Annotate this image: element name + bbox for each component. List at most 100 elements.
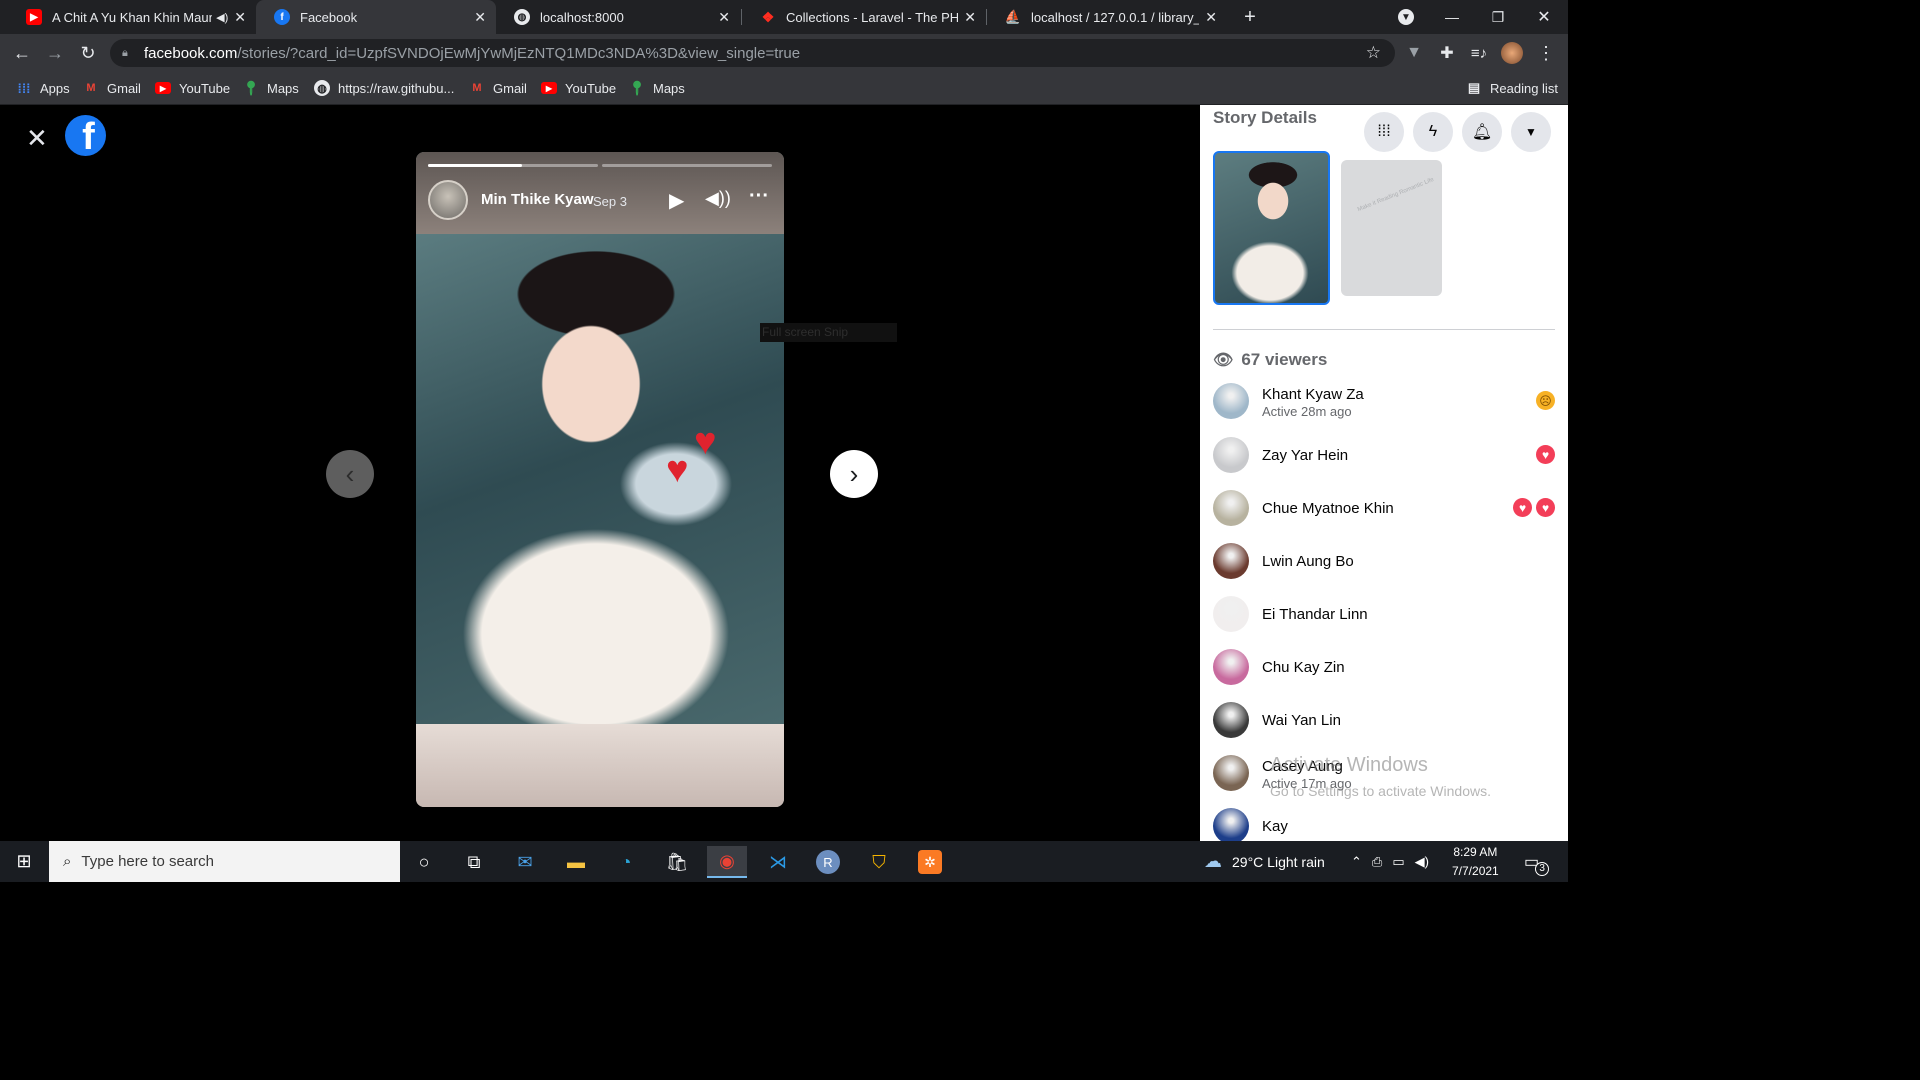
account-button[interactable]: ▼ [1511,112,1551,152]
brave-icon[interactable]: ⛉ [859,846,899,878]
taskbar-search[interactable]: ⌕ Type here to search [49,841,400,882]
viewer-name[interactable]: Zay Yar Hein [1262,447,1348,464]
close-window-button[interactable]: ✕ [1521,0,1567,34]
speaker-icon[interactable]: ◀) [216,11,228,24]
notification-center[interactable]: ▭ 3 [1524,841,1550,882]
profile-avatar[interactable] [1500,41,1524,65]
viewer-name[interactable]: Lwin Aung Bo [1262,553,1354,570]
edge-icon[interactable]: ◔ [606,846,646,878]
new-tab-button[interactable]: + [1230,0,1270,34]
viewer-name[interactable]: Chu Kay Zin [1262,659,1345,676]
story-thumbnail[interactable]: Make it Reading Romantic Life [1341,160,1442,296]
store-icon[interactable]: 🛍︎ [657,846,697,878]
maximize-button[interactable]: ❐ [1475,0,1521,34]
address-bar[interactable]: 🔒︎ facebook.com/stories/?card_id=UzpfSVN… [110,39,1395,67]
avatar[interactable] [1213,490,1249,526]
chevron-left-icon: ‹ [345,458,355,489]
lock-icon[interactable]: 🔒︎ [122,47,134,60]
viewer-name[interactable]: Ei Thandar Linn [1262,606,1368,623]
media-control-icon[interactable]: ≡♪ [1467,41,1491,65]
bookmark-gmail[interactable]: M Gmail [83,78,141,98]
viewer-name[interactable]: Khant Kyaw Za [1262,386,1364,403]
viewer-row[interactable]: Zay Yar Hein ♥ [1213,437,1555,477]
windows-start-icon[interactable]: ⊞ [0,841,48,882]
bookmark-apps[interactable]: ⁞⁞⁞ Apps [16,78,70,98]
previous-story-button[interactable]: ‹ [326,450,374,498]
viewer-row[interactable]: Khant Kyaw Za Active 28m ago ☹ [1213,383,1555,423]
task-view-icon[interactable]: ⧉ [454,846,494,878]
avatar[interactable] [1213,755,1249,791]
facebook-logo[interactable]: f [65,115,106,156]
viewer-row[interactable]: Lwin Aung Bo [1213,543,1555,583]
bookmark-star-icon[interactable]: ☆ [1366,43,1381,63]
battery-icon[interactable]: ▭ [1392,854,1404,870]
avatar[interactable] [1213,543,1249,579]
story-author-name[interactable]: Min Thike Kyaw [481,191,594,208]
tab-search-icon[interactable]: ▼ [1383,0,1429,34]
viewer-row[interactable]: Kay [1213,808,1555,841]
vpn-extension-icon[interactable]: ▼ [1402,41,1426,65]
bookmark-maps[interactable]: 📍︎ Maps [242,78,299,98]
viewer-row[interactable]: Wai Yan Lin [1213,702,1555,742]
cortana-icon[interactable]: ○ [404,846,444,878]
close-icon[interactable]: ✕ [234,9,246,26]
file-explorer-icon[interactable]: ▬ [556,846,596,878]
menu-kebab-icon[interactable]: ⋮ [1534,41,1558,65]
story-author-avatar[interactable] [428,180,468,220]
vscode-icon[interactable]: ⋊ [758,846,798,878]
bookmark-maps[interactable]: 📍︎ Maps [628,78,685,98]
notifications-button[interactable]: 🔔︎ [1462,112,1502,152]
tab-localhost[interactable]: ◍ localhost:8000 ✕ [496,0,740,34]
tab-facebook[interactable]: f Facebook ✕ [256,0,496,34]
close-icon[interactable]: ✕ [26,123,48,154]
minimize-button[interactable]: — [1429,0,1475,34]
weather-widget[interactable]: ☁ 29°C Light rain [1204,841,1325,882]
close-icon[interactable]: ✕ [1205,9,1217,26]
viewer-row[interactable]: Chue Myatnoe Khin ♥ ♥ [1213,490,1555,530]
story-thumbnail-active[interactable] [1213,151,1330,305]
avatar[interactable] [1213,437,1249,473]
meet-now-icon[interactable]: ⎙ [1372,854,1382,870]
caret-down-icon: ▼ [1525,125,1537,139]
more-options-icon[interactable]: ··· [749,185,769,208]
bookmark-github-raw[interactable]: ◍ https://raw.githubu... [314,78,454,98]
close-icon[interactable]: ✕ [474,9,486,26]
avatar[interactable] [1213,808,1249,841]
close-icon[interactable]: ✕ [964,9,976,26]
close-icon[interactable]: ✕ [718,9,730,26]
messenger-button[interactable]: ϟ [1413,112,1453,152]
chevron-up-icon[interactable]: ⌃ [1351,854,1362,870]
mail-icon[interactable]: ✉ [505,846,545,878]
tab-laravel[interactable]: ❖ Collections - Laravel - The PHP Fr ✕ [742,0,986,34]
forward-icon[interactable]: → [43,41,67,65]
volume-icon[interactable]: ◀) [1415,854,1429,870]
back-icon[interactable]: ← [10,41,34,65]
avatar[interactable] [1213,702,1249,738]
viewer-row[interactable]: Chu Kay Zin [1213,649,1555,689]
bookmark-youtube[interactable]: ▶ YouTube [541,78,616,98]
tab-youtube[interactable]: ▶ A Chit A Yu Khan Khin Maun ◀) ✕ [8,0,256,34]
avatar[interactable] [1213,383,1249,419]
clock[interactable]: 8:29 AM 7/7/2021 [1452,841,1499,882]
menu-grid-button[interactable]: ⁞⁞⁞ [1364,112,1404,152]
tab-phpmyadmin[interactable]: ⛵ localhost / 127.0.0.1 / library_man ✕ [987,0,1227,34]
xampp-icon[interactable]: ✲ [910,846,950,878]
r-app-icon[interactable]: R [808,846,848,878]
volume-icon[interactable]: ◀)) [705,188,731,209]
extensions-puzzle-icon[interactable]: ✚ [1435,41,1459,65]
avatar[interactable] [1213,649,1249,685]
story-photo [416,234,784,724]
play-icon[interactable]: ▶ [669,188,684,213]
story-card[interactable]: ♥ ♥ Min Thike Kyaw Sep 3 ▶ ◀)) ··· [416,152,784,807]
chrome-icon[interactable]: ◉ [707,846,747,878]
next-story-button[interactable]: › [830,450,878,498]
viewer-name[interactable]: Wai Yan Lin [1262,712,1341,729]
reload-icon[interactable]: ↻ [76,41,100,65]
bookmark-gmail[interactable]: M Gmail [469,78,527,98]
viewer-name[interactable]: Chue Myatnoe Khin [1262,500,1394,517]
avatar[interactable] [1213,596,1249,632]
viewer-row[interactable]: Ei Thandar Linn [1213,596,1555,636]
reading-list-button[interactable]: ▤ Reading list [1466,78,1558,98]
viewer-name[interactable]: Kay [1262,818,1288,835]
bookmark-youtube[interactable]: ▶ YouTube [155,78,230,98]
